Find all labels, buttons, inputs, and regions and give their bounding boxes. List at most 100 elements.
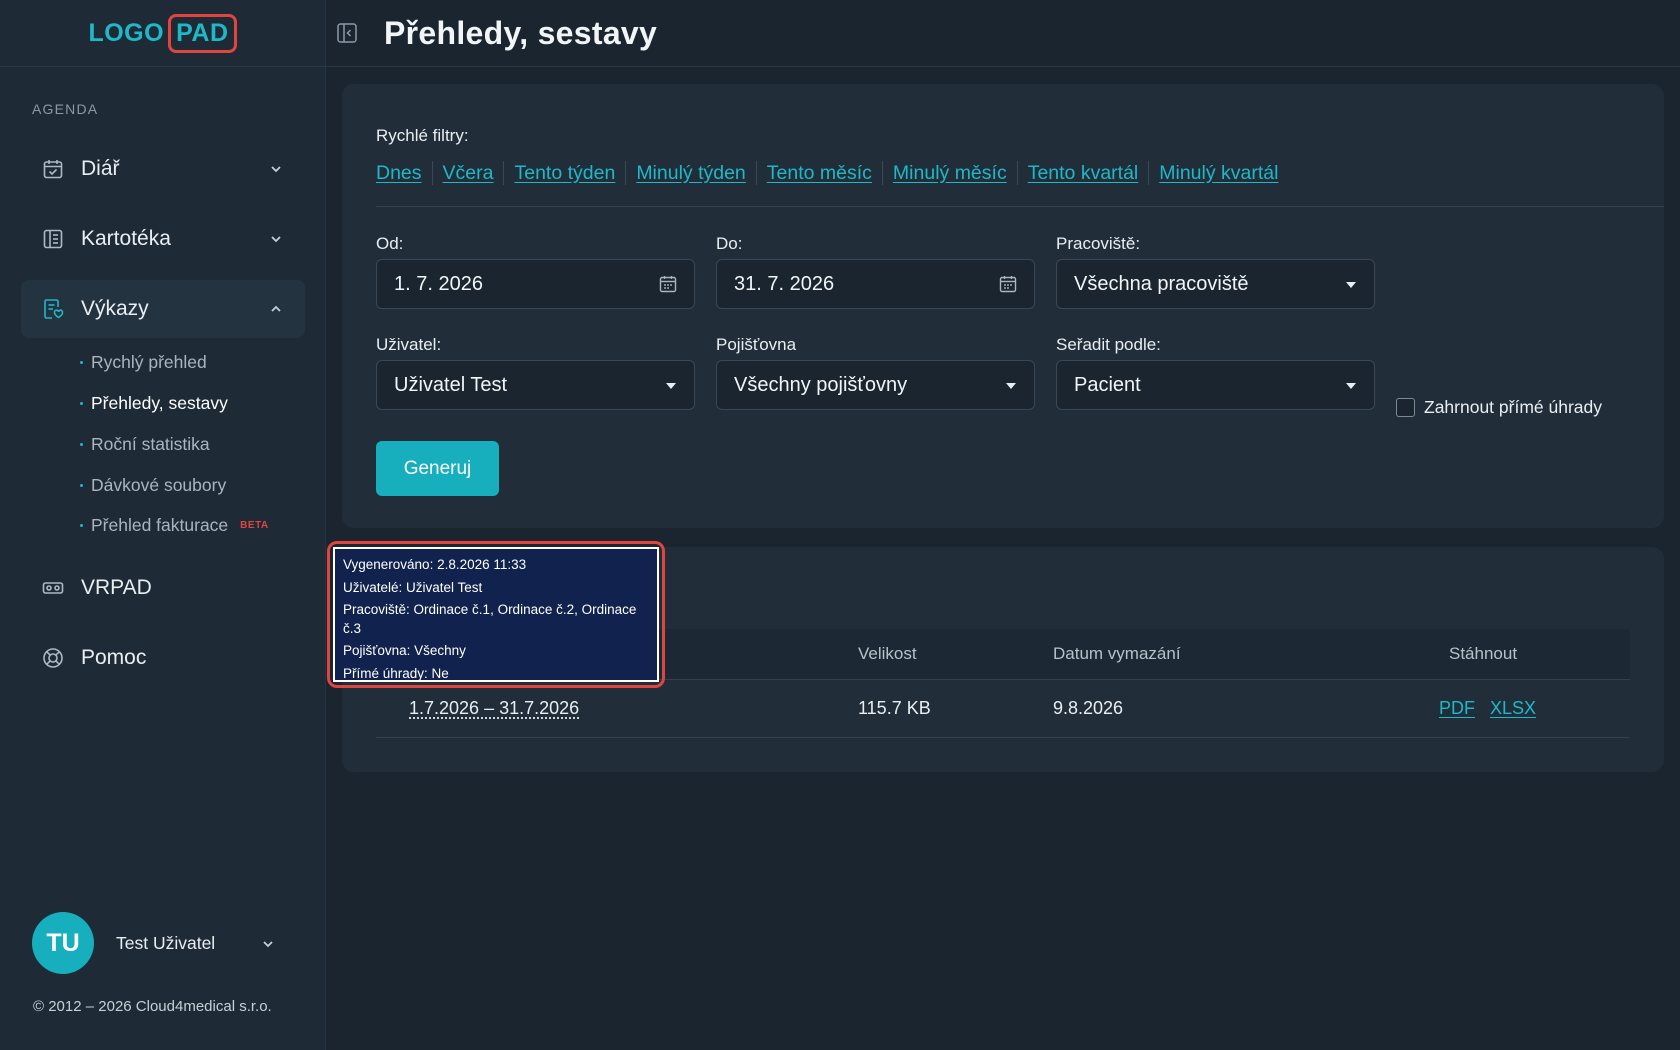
report-size: 115.7 KB bbox=[858, 698, 931, 718]
sidebar-subitem-davkove-soubory[interactable]: Dávkové soubory bbox=[80, 475, 226, 496]
report-tooltip: Vygenerováno: 2.8.2026 11:33 Uživatelé: … bbox=[327, 541, 665, 688]
separator bbox=[431, 161, 433, 185]
to-label: Do: bbox=[716, 234, 743, 253]
separator bbox=[1016, 161, 1018, 185]
sidebar-subitem-label: Přehledy, sestavy bbox=[91, 393, 228, 413]
sidebar-subitem-label: Rychlý přehled bbox=[91, 352, 207, 372]
tooltip-users: Uživatelé: Uživatel Test bbox=[343, 579, 483, 595]
tooltip-direct-payments: Přímé úhrady: Ne bbox=[343, 665, 449, 681]
quick-filters: Dnes Včera Tento týden Minulý týden Tent… bbox=[376, 161, 1278, 185]
chevron-up-icon bbox=[271, 305, 281, 312]
calendar-icon[interactable] bbox=[998, 274, 1018, 294]
quick-filter-minuly-mesic[interactable]: Minulý měsíc bbox=[893, 162, 1007, 185]
sidebar-subitem-prehledy-sestavy[interactable]: Přehledy, sestavy bbox=[80, 393, 228, 414]
insurance-select[interactable]: Všechny pojišťovny bbox=[716, 360, 1035, 410]
sidebar-subitem-rychly-prehled[interactable]: Rychlý přehled bbox=[80, 352, 207, 373]
bullet-dot bbox=[80, 443, 83, 446]
logo-text-logo: LOGO bbox=[88, 18, 165, 47]
user-select[interactable]: Uživatel Test bbox=[376, 360, 695, 410]
tooltip-generated: Vygenerováno: 2.8.2026 11:33 bbox=[343, 557, 527, 572]
column-header-download: Stáhnout bbox=[1449, 644, 1518, 663]
sidebar-item-diar[interactable]: Diář bbox=[21, 140, 305, 198]
from-label: Od: bbox=[376, 234, 404, 253]
sidebar-subitem-label: Dávkové soubory bbox=[91, 475, 227, 495]
report-date-range[interactable]: 1.7.2026 – 31.7.2026 bbox=[409, 698, 579, 719]
quick-filter-tento-tyden[interactable]: Tento týden bbox=[514, 162, 615, 185]
book-icon bbox=[43, 229, 63, 249]
sidebar-subitem-rocni-statistika[interactable]: Roční statistika bbox=[80, 434, 210, 455]
bullet-dot bbox=[80, 361, 83, 364]
calendar-icon[interactable] bbox=[658, 274, 678, 294]
page-header: Přehledy, sestavy bbox=[326, 0, 1680, 67]
column-header-size: Velikost bbox=[858, 644, 917, 663]
bullet-dot bbox=[80, 484, 83, 487]
sidebar-item-label: Výkazy bbox=[81, 297, 149, 320]
user-label: Uživatel: bbox=[376, 335, 442, 354]
sort-value: Pacient bbox=[1074, 373, 1141, 396]
bullet-dot bbox=[80, 402, 83, 405]
sidebar-item-label: Diář bbox=[81, 157, 120, 180]
chevron-down-icon bbox=[271, 166, 281, 173]
vr-headset-icon bbox=[42, 582, 64, 594]
download-pdf-link[interactable]: PDF bbox=[1439, 698, 1475, 719]
sidebar-item-vykazy[interactable]: Výkazy bbox=[21, 280, 305, 338]
from-date-value: 1. 7. 2026 bbox=[394, 272, 483, 295]
sidebar-subitem-label: Přehled fakturace bbox=[91, 515, 229, 535]
column-header-deletion-date: Datum vymazání bbox=[1053, 644, 1181, 663]
sidebar-subitem-prehled-fakturace[interactable]: Přehled fakturace BETA bbox=[80, 515, 269, 536]
beta-badge: BETA bbox=[240, 520, 269, 531]
quick-filters-label: Rychlé filtry: bbox=[376, 126, 469, 145]
quick-filter-dnes[interactable]: Dnes bbox=[376, 162, 422, 185]
sidebar-item-vrpad[interactable]: VRPAD bbox=[21, 559, 305, 617]
copyright: © 2012 – 2026 Cloud4medical s.r.o. bbox=[33, 998, 272, 1015]
quick-filter-vcera[interactable]: Včera bbox=[443, 162, 494, 185]
generate-button[interactable]: Generuj bbox=[376, 441, 499, 496]
user-menu[interactable]: TU Test Uživatel bbox=[32, 912, 273, 974]
separator bbox=[881, 161, 883, 185]
sort-select[interactable]: Pacient bbox=[1056, 360, 1375, 410]
section-label-agenda: AGENDA bbox=[32, 101, 99, 117]
workplace-select[interactable]: Všechna pracoviště bbox=[1056, 259, 1375, 309]
caret-down-icon bbox=[1346, 383, 1356, 389]
from-date-input[interactable]: 1. 7. 2026 bbox=[376, 259, 695, 309]
user-value: Uživatel Test bbox=[394, 373, 508, 396]
sidebar: LOGO PAD AGENDA Diář Kartotéka Výkazy Ry… bbox=[0, 0, 326, 1050]
separator bbox=[625, 161, 627, 185]
workplace-label: Pracoviště: bbox=[1056, 234, 1141, 253]
direct-payments-label: Zahrnout přímé úhrady bbox=[1424, 397, 1603, 417]
quick-filter-tento-mesic[interactable]: Tento měsíc bbox=[767, 162, 872, 185]
bullet-dot bbox=[80, 524, 83, 527]
report-icon bbox=[44, 299, 64, 319]
lifebuoy-icon bbox=[43, 648, 63, 668]
quick-filter-minuly-tyden[interactable]: Minulý týden bbox=[636, 162, 745, 185]
separator bbox=[503, 161, 505, 185]
checkbox-box[interactable] bbox=[1396, 398, 1415, 417]
avatar: TU bbox=[32, 912, 94, 974]
caret-down-icon bbox=[1346, 282, 1356, 288]
sidebar-item-label: VRPAD bbox=[81, 576, 152, 599]
caret-down-icon bbox=[1006, 383, 1016, 389]
caret-down-icon bbox=[666, 383, 676, 389]
divider bbox=[376, 206, 1664, 207]
user-name: Test Uživatel bbox=[116, 932, 216, 953]
to-date-input[interactable]: 31. 7. 2026 bbox=[716, 259, 1035, 309]
separator bbox=[755, 161, 757, 185]
direct-payments-checkbox[interactable]: Zahrnout přímé úhrady bbox=[1396, 397, 1602, 418]
download-xlsx-link[interactable]: XLSX bbox=[1490, 698, 1536, 719]
sidebar-item-kartoteka[interactable]: Kartotéka bbox=[21, 210, 305, 268]
chevron-down-icon bbox=[263, 941, 273, 948]
chevron-down-icon bbox=[271, 236, 281, 243]
filters-card: Rychlé filtry: Dnes Včera Tento týden Mi… bbox=[342, 84, 1664, 528]
quick-filter-minuly-kvartal[interactable]: Minulý kvartál bbox=[1159, 162, 1278, 185]
logo-text-pad: PAD bbox=[168, 13, 237, 53]
insurance-value: Všechny pojišťovny bbox=[734, 373, 908, 396]
logo[interactable]: LOGO PAD bbox=[88, 13, 237, 53]
workplace-value: Všechna pracoviště bbox=[1074, 272, 1249, 295]
sidebar-subitem-label: Roční statistika bbox=[91, 434, 210, 454]
quick-filter-tento-kvartal[interactable]: Tento kvartál bbox=[1028, 162, 1139, 185]
sidebar-collapse-icon[interactable] bbox=[336, 22, 358, 44]
sidebar-item-pomoc[interactable]: Pomoc bbox=[21, 629, 305, 687]
sidebar-item-label: Pomoc bbox=[81, 646, 147, 669]
insurance-label: Pojišťovna bbox=[716, 335, 797, 354]
sort-label: Seřadit podle: bbox=[1056, 335, 1161, 354]
